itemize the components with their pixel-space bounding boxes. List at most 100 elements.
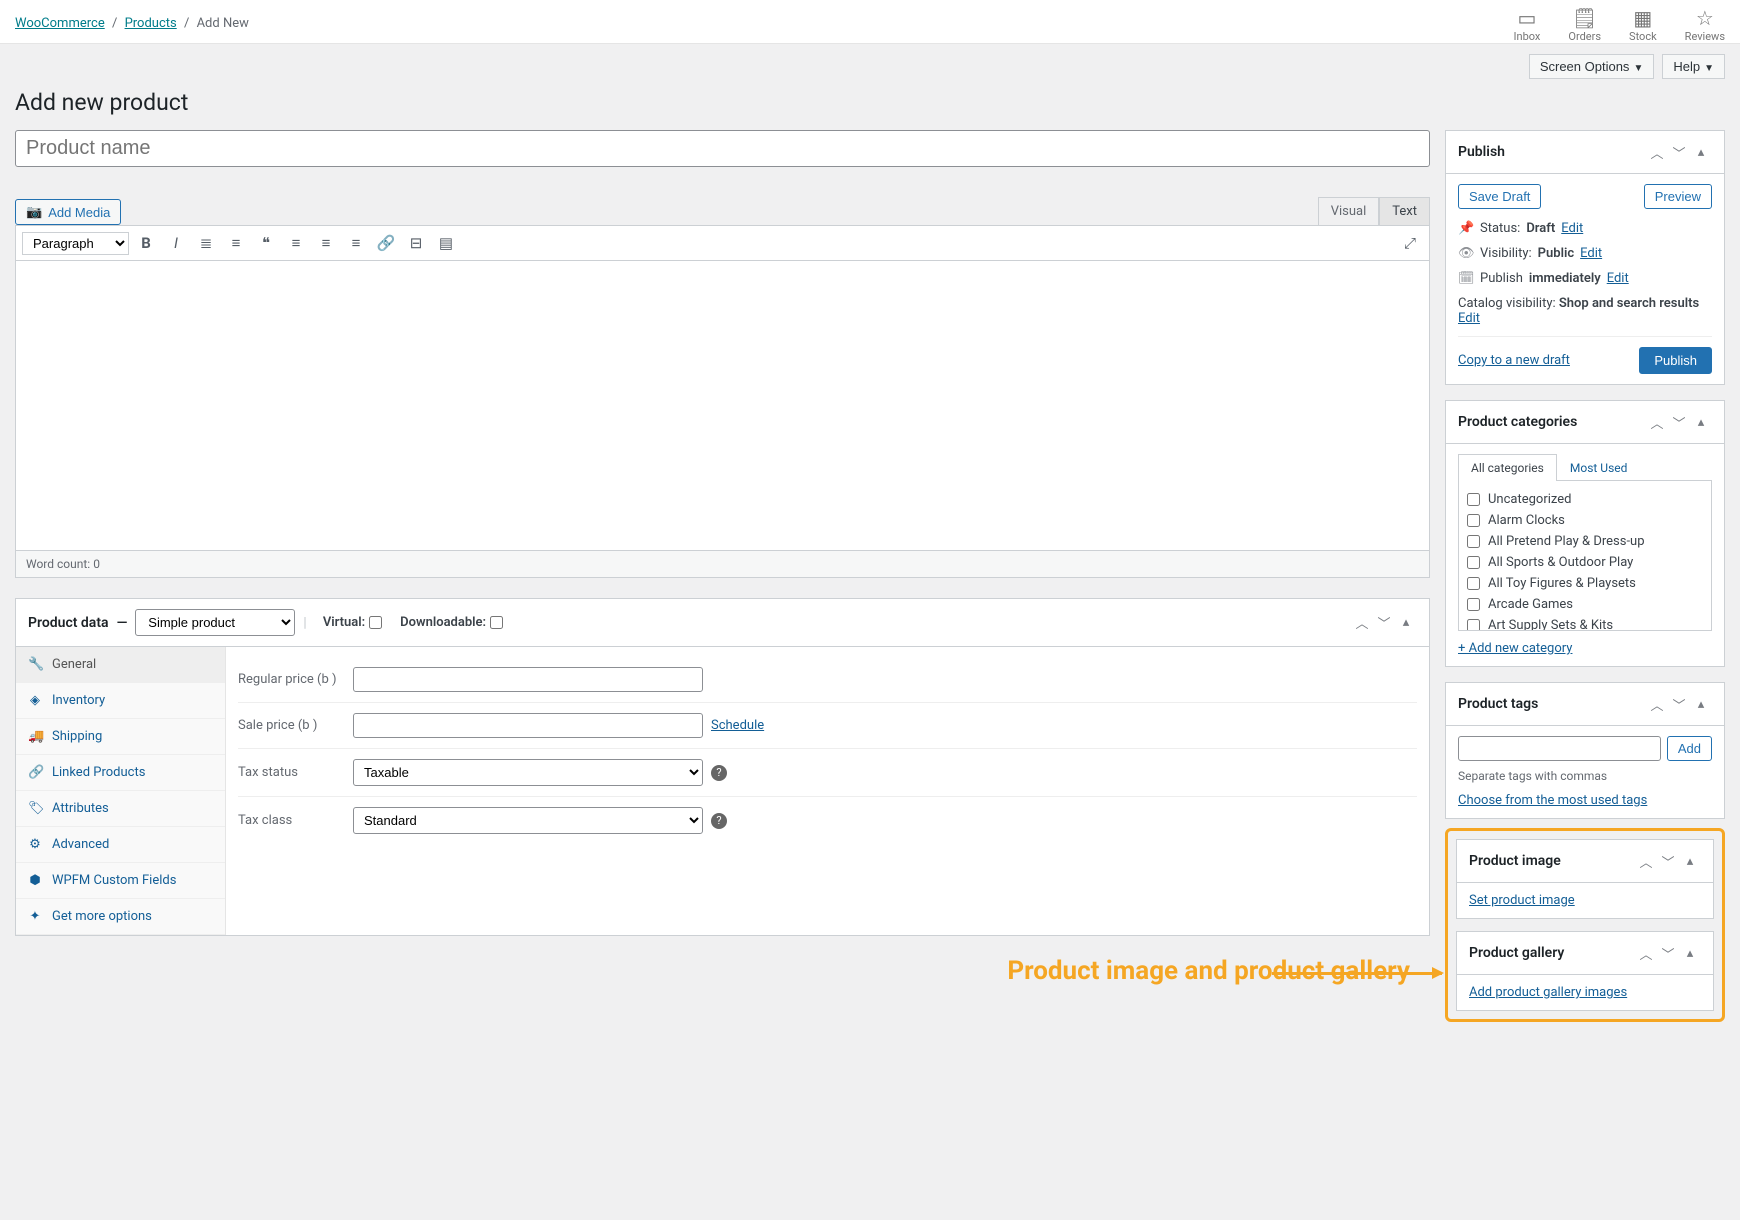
media-icon: 📷 xyxy=(26,204,42,220)
toggle-panel-icon[interactable]: ▴ xyxy=(1690,411,1712,433)
set-product-image-link[interactable]: Set product image xyxy=(1469,893,1575,908)
category-item[interactable]: Uncategorized xyxy=(1467,489,1703,510)
move-up-icon[interactable]: ︿ xyxy=(1646,411,1668,433)
help-icon[interactable]: ? xyxy=(711,813,727,829)
move-up-icon[interactable]: ︿ xyxy=(1635,850,1657,872)
add-media-button[interactable]: 📷 Add Media xyxy=(15,199,121,225)
tab-general[interactable]: 🔧General xyxy=(16,647,225,683)
schedule-link[interactable]: Schedule xyxy=(711,718,764,733)
downloadable-checkbox[interactable] xyxy=(490,616,503,629)
numbered-list-icon[interactable]: ≡ xyxy=(223,230,249,256)
top-orders[interactable]: 🗒Orders xyxy=(1568,8,1601,43)
edit-publish-link[interactable]: Edit xyxy=(1607,271,1629,286)
tag-desc: Separate tags with commas xyxy=(1458,769,1712,783)
tab-wpfm[interactable]: ⬢WPFM Custom Fields xyxy=(16,863,225,899)
add-gallery-images-link[interactable]: Add product gallery images xyxy=(1469,985,1627,1000)
tag-input[interactable] xyxy=(1458,736,1661,761)
sale-price-input[interactable] xyxy=(353,713,703,738)
editor-content[interactable] xyxy=(15,261,1430,551)
publish-button[interactable]: Publish xyxy=(1639,347,1712,374)
virtual-checkbox-label[interactable]: Virtual: xyxy=(323,615,382,630)
top-reviews[interactable]: ☆Reviews xyxy=(1685,8,1725,43)
edit-catalog-link[interactable]: Edit xyxy=(1458,311,1480,326)
bullet-list-icon[interactable]: ≣ xyxy=(193,230,219,256)
toggle-panel-icon[interactable]: ▴ xyxy=(1679,850,1701,872)
toggle-panel-icon[interactable]: ▴ xyxy=(1690,693,1712,715)
tax-status-select[interactable]: Taxable xyxy=(353,759,703,786)
choose-tags-link[interactable]: Choose from the most used tags xyxy=(1458,793,1647,808)
sale-price-label: Sale price (b ) xyxy=(238,718,353,733)
cat-tab-most[interactable]: Most Used xyxy=(1557,454,1641,481)
downloadable-checkbox-label[interactable]: Downloadable: xyxy=(400,615,503,630)
link-icon[interactable]: 🔗 xyxy=(373,230,399,256)
breadcrumb-current: Add New xyxy=(197,16,249,31)
move-down-icon[interactable]: ﹀ xyxy=(1657,850,1679,872)
tab-shipping[interactable]: 🚚Shipping xyxy=(16,719,225,755)
tag-icon: 🏷 xyxy=(28,801,42,816)
fullscreen-icon[interactable]: ⤢ xyxy=(1397,230,1423,256)
gear-icon: ⚙ xyxy=(28,837,42,852)
editor-tab-visual[interactable]: Visual xyxy=(1318,197,1380,225)
virtual-checkbox[interactable] xyxy=(369,616,382,629)
wrench-icon: 🔧 xyxy=(28,657,42,672)
category-item[interactable]: Art Supply Sets & Kits xyxy=(1467,615,1703,631)
move-down-icon[interactable]: ﹀ xyxy=(1668,693,1690,715)
move-down-icon[interactable]: ﹀ xyxy=(1668,411,1690,433)
breadcrumb-products[interactable]: Products xyxy=(125,16,177,31)
align-right-icon[interactable]: ≡ xyxy=(343,230,369,256)
move-down-icon[interactable]: ﹀ xyxy=(1373,612,1395,634)
tax-class-select[interactable]: Standard xyxy=(353,807,703,834)
product-name-input[interactable] xyxy=(15,130,1430,167)
edit-visibility-link[interactable]: Edit xyxy=(1580,246,1602,261)
category-item[interactable]: Alarm Clocks xyxy=(1467,510,1703,531)
annotation-highlight: Product image ︿ ﹀ ▴ Set product image Pr… xyxy=(1445,828,1725,1022)
align-left-icon[interactable]: ≡ xyxy=(283,230,309,256)
help-icon[interactable]: ? xyxy=(711,765,727,781)
help-button[interactable]: Help▼ xyxy=(1662,54,1725,79)
tab-getmore[interactable]: ✦Get more options xyxy=(16,899,225,935)
move-up-icon[interactable]: ︿ xyxy=(1635,942,1657,964)
regular-price-input[interactable] xyxy=(353,667,703,692)
move-down-icon[interactable]: ﹀ xyxy=(1668,141,1690,163)
top-inbox[interactable]: ▭Inbox xyxy=(1514,8,1541,43)
regular-price-label: Regular price (b ) xyxy=(238,672,353,687)
pin-icon: 📌 xyxy=(1458,221,1474,236)
toggle-panel-icon[interactable]: ▴ xyxy=(1690,141,1712,163)
truck-icon: 🚚 xyxy=(28,729,42,744)
move-up-icon[interactable]: ︿ xyxy=(1351,612,1373,634)
product-type-select[interactable]: Simple product xyxy=(135,609,295,636)
move-down-icon[interactable]: ﹀ xyxy=(1657,942,1679,964)
move-up-icon[interactable]: ︿ xyxy=(1646,693,1668,715)
category-item[interactable]: All Toy Figures & Playsets xyxy=(1467,573,1703,594)
tab-inventory[interactable]: ◈Inventory xyxy=(16,683,225,719)
italic-icon[interactable]: I xyxy=(163,230,189,256)
tab-linked[interactable]: 🔗Linked Products xyxy=(16,755,225,791)
move-up-icon[interactable]: ︿ xyxy=(1646,141,1668,163)
tab-attributes[interactable]: 🏷Attributes xyxy=(16,791,225,827)
top-stock[interactable]: ▦Stock xyxy=(1629,8,1657,43)
screen-options-button[interactable]: Screen Options▼ xyxy=(1529,54,1655,79)
preview-button[interactable]: Preview xyxy=(1644,184,1712,209)
cat-tab-all[interactable]: All categories xyxy=(1458,454,1557,481)
breadcrumb-woocommerce[interactable]: WooCommerce xyxy=(15,16,105,31)
editor-tab-text[interactable]: Text xyxy=(1379,197,1430,225)
quote-icon[interactable]: ❝ xyxy=(253,230,279,256)
toggle-panel-icon[interactable]: ▴ xyxy=(1395,612,1417,634)
add-tag-button[interactable]: Add xyxy=(1667,736,1712,761)
copy-draft-link[interactable]: Copy to a new draft xyxy=(1458,353,1570,368)
category-list[interactable]: Uncategorized Alarm Clocks All Pretend P… xyxy=(1458,481,1712,631)
align-center-icon[interactable]: ≡ xyxy=(313,230,339,256)
add-category-link[interactable]: + Add new category xyxy=(1458,641,1572,656)
tab-advanced[interactable]: ⚙Advanced xyxy=(16,827,225,863)
format-select[interactable]: Paragraph xyxy=(22,232,129,255)
readmore-icon[interactable]: ⊟ xyxy=(403,230,429,256)
save-draft-button[interactable]: Save Draft xyxy=(1458,184,1541,209)
category-item[interactable]: All Pretend Play & Dress-up xyxy=(1467,531,1703,552)
edit-status-link[interactable]: Edit xyxy=(1561,221,1583,236)
annotation-arrow-icon xyxy=(1272,972,1442,975)
toggle-panel-icon[interactable]: ▴ xyxy=(1679,942,1701,964)
toolbar-toggle-icon[interactable]: ▤ xyxy=(433,230,459,256)
bold-icon[interactable]: B xyxy=(133,230,159,256)
category-item[interactable]: All Sports & Outdoor Play xyxy=(1467,552,1703,573)
category-item[interactable]: Arcade Games xyxy=(1467,594,1703,615)
